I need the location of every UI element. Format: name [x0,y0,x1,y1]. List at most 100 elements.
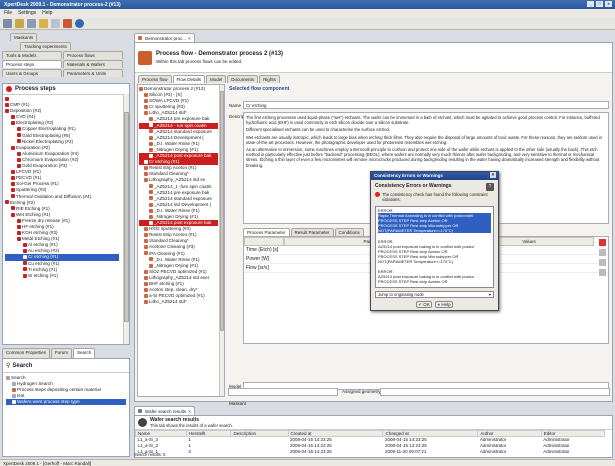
subtab-flow-details[interactable]: Flow Details [172,75,206,83]
search-query-icon [12,394,16,399]
flow-node-label: Aceton step, clean, dry* [149,287,198,293]
menu-bar: File Settings Help [0,9,615,17]
jump-select[interactable]: Jump to originating node ▾ [375,291,494,298]
results-panel: Wafer search results This tab shows the … [134,415,613,458]
tab-tools-models[interactable]: Tools & Models [2,51,62,59]
subtab-process-flow[interactable]: Process flow [138,75,172,83]
tab-materials-wafers[interactable]: Materials & Wafers [63,60,123,68]
flow-step-icon [149,220,153,225]
flow-step-icon [144,159,148,164]
grid-down-icon[interactable] [599,259,606,266]
flow-tree: Demonstrator process 2 (#13) Silicon (#3)… [138,85,219,306]
tree-node-label: Evaporation (#2) [16,144,50,150]
tree-node-label: Metal Etching (#1) [22,236,60,242]
menu-file[interactable]: File [4,10,12,16]
subtab-rights[interactable]: Rights [259,75,280,83]
tree-node-label: Deposition (#3) [10,108,42,114]
grid-add-icon[interactable] [599,269,606,276]
editor-subtabs: Process flow Flow Details Model Document… [135,73,612,83]
flow-step-icon [149,141,153,146]
flow-step-icon [149,129,153,134]
tab-maskants[interactable]: Maskants [10,33,38,41]
tab-process-parameter[interactable]: Process Parameter [243,228,290,236]
selected-component-header: Selected flow component [229,86,290,92]
name-field[interactable]: Cr etching [243,101,609,109]
grid-corner [244,237,284,246]
maskant-select[interactable] [228,388,338,396]
tree-scrollbar[interactable] [123,94,129,344]
flow-step-icon [144,111,148,116]
search-query-icon [12,400,16,405]
menu-settings[interactable]: Settings [18,10,36,16]
flow-step-icon [149,263,153,268]
search-header: Search [12,362,33,369]
grid-up-icon[interactable] [599,249,606,256]
tree-scroll-thumb[interactable] [124,112,129,322]
tab-wafer-search-results[interactable]: Wafer search results × [134,406,195,415]
dialog-close-icon[interactable]: × [490,172,496,178]
flow-node[interactable]: Litho_AZ5214 std* [139,299,218,305]
tool-icon[interactable] [63,18,72,28]
print-icon[interactable] [51,18,60,28]
tab-demonstrator-process[interactable]: Demonstrator proc... × [134,33,195,42]
grid-delete-icon[interactable] [599,239,606,246]
flow-node-label: Silicon (#3) - [S] [149,92,182,98]
results-count: Search results: 5 [134,452,166,457]
help-button[interactable]: ● Help [435,301,453,308]
search-query-icon [12,387,16,392]
close-tab-icon[interactable]: × [188,36,191,41]
maximize-button[interactable]: □ [596,1,603,7]
tab-forum[interactable]: Forum [51,348,73,358]
help-icon[interactable] [75,18,84,28]
error-line: AZ5214 post exposure baking is in confli… [378,243,475,249]
minimize-button[interactable]: _ [587,1,594,7]
tab-conditions[interactable]: Conditions [334,228,364,236]
tab-users-groups[interactable]: Users & Groups [2,69,62,77]
error-list[interactable]: ERROR: Rapid Thermal Annealing is in conf… [375,206,494,288]
subtab-model[interactable]: Model [206,75,227,83]
save-icon[interactable] [27,18,36,28]
flow-step-icon [149,196,153,201]
results-subtitle: This tab shows the results of a wafer se… [150,423,233,428]
search-item-selected[interactable]: Wafers went process step type [6,399,126,406]
tab-process-flows[interactable]: Process flows [63,51,123,59]
tab-search[interactable]: Search [73,348,96,358]
menu-help[interactable]: Help [42,10,52,16]
tab-parameters-units[interactable]: Parameters & Units [63,69,123,77]
ok-button[interactable]: ✔ OK [416,301,432,308]
process-step-icon [11,212,15,217]
tab-result-parameter[interactable]: Result Parameter [290,228,334,236]
tab-tracking-experiments[interactable]: Tracking experiments [20,42,71,50]
tree-node[interactable]: W etching (#1) [5,273,119,279]
open-icon[interactable] [15,18,24,28]
tree-node-label: RIE Etching (#1) [16,205,50,211]
close-button[interactable]: × [605,1,612,7]
tree-node-label: Electroplating (#2) [16,120,54,126]
tree-node-label: Copper Electroplating (#1) [22,126,76,132]
new-icon[interactable] [3,18,12,28]
flow-tree-scroll-thumb[interactable] [220,91,224,331]
tab-common-properties[interactable]: Common Properties [2,348,51,358]
flow-step-icon [144,239,148,244]
window-title: XpertDesk 2009.1 - Demonstrator process-… [4,2,121,8]
subtab-documents[interactable]: Documents [227,75,259,83]
process-steps-icon [6,86,12,92]
toolbar [0,17,615,30]
tab-process-steps[interactable]: Process steps [2,60,62,68]
flow-tree-scrollbar[interactable] [219,85,224,396]
lock-icon[interactable] [39,18,48,28]
flow-node-label: _AZ5214 post exposure bak [154,220,212,226]
flow-step-icon [149,117,153,122]
dialog-title-bar: Consistency Errors or Warnings × [371,172,498,180]
flow-step-icon [149,214,153,219]
tree-node-label: Etching (#2) [10,199,35,205]
process-step-icon [11,121,15,126]
assigned-geometry-select[interactable] [380,388,610,396]
results-row[interactable]: L1_a-Si_1 3 2008-04-15 14:23:25 2009-11-20 … [136,449,605,455]
error-icon [375,192,380,197]
process-step-icon [17,236,21,241]
close-tab-icon[interactable]: × [188,409,191,414]
process-step-icon [17,224,21,229]
flow-step-icon [144,105,148,110]
tree-node-label: CVD (#4) [16,114,36,120]
